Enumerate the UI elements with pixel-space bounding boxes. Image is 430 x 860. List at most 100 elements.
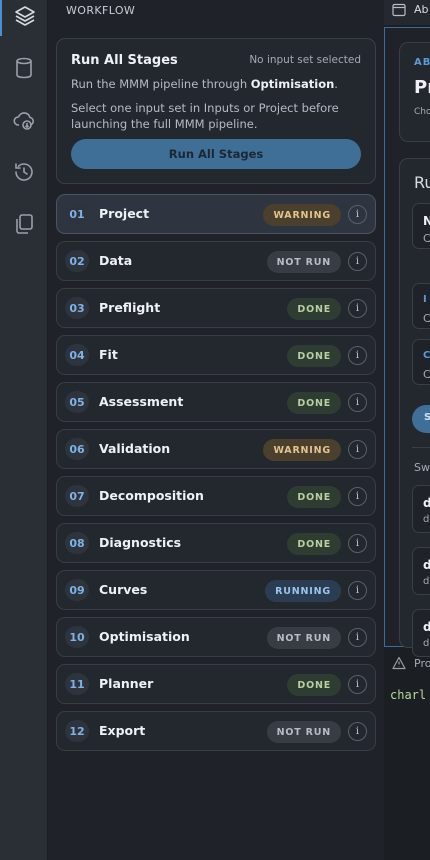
- stage-number: 02: [65, 250, 89, 272]
- stage-number: 09: [65, 579, 89, 601]
- database-button[interactable]: [0, 48, 48, 88]
- stage-curves[interactable]: 09 Curves RUNNING i: [56, 570, 376, 610]
- stage-number: 06: [65, 438, 89, 460]
- run-heading: Ru: [414, 173, 430, 192]
- field-card[interactable]: I C: [412, 283, 430, 329]
- stage-name: Optimisation: [99, 629, 190, 644]
- list-item[interactable]: d d: [412, 609, 430, 657]
- stage-name: Planner: [99, 676, 154, 691]
- cloud-download-icon: [13, 112, 34, 130]
- status-badge: DONE: [287, 533, 341, 555]
- stage-name: Decomposition: [99, 488, 204, 503]
- primary-button-label: S: [424, 412, 430, 423]
- stage-validation[interactable]: 06 Validation WARNING i: [56, 429, 376, 469]
- window-icon: [392, 3, 406, 17]
- list-item-subtitle: d: [423, 576, 430, 587]
- stage-planner[interactable]: 11 Planner DONE i: [56, 664, 376, 704]
- status-badge: WARNING: [263, 204, 341, 226]
- stage-name: Preflight: [99, 300, 161, 315]
- run-card-description-prefix: Run the MMM pipeline through: [71, 77, 251, 91]
- stage-name: Export: [99, 723, 146, 738]
- info-icon[interactable]: i: [348, 722, 367, 741]
- list-item-subtitle: d: [423, 514, 430, 525]
- problems-label: Pro: [414, 657, 430, 670]
- field-title: C: [423, 350, 430, 361]
- stage-number: 08: [65, 532, 89, 554]
- stage-number: 01: [65, 203, 89, 225]
- project-subtext: Cho: [414, 107, 430, 117]
- run-card-hint: Select one input set in Inputs or Projec…: [71, 101, 339, 131]
- status-badge: DONE: [287, 674, 341, 696]
- run-card-status: No input set selected: [249, 54, 361, 66]
- section-label: Sw: [414, 461, 430, 474]
- stage-number: 03: [65, 297, 89, 319]
- status-badge: NOT RUN: [266, 627, 341, 649]
- editor-tab-label: Ab: [414, 3, 429, 16]
- info-icon[interactable]: i: [348, 393, 367, 412]
- status-badge: RUNNING: [265, 580, 341, 602]
- info-icon[interactable]: i: [348, 440, 367, 459]
- layers-button[interactable]: [0, 0, 48, 36]
- info-icon[interactable]: i: [348, 346, 367, 365]
- status-badge: NOT RUN: [266, 251, 341, 273]
- stage-data[interactable]: 02 Data NOT RUN i: [56, 241, 376, 281]
- list-item[interactable]: d d: [412, 485, 430, 533]
- info-icon[interactable]: i: [348, 628, 367, 647]
- status-badge: DONE: [287, 345, 341, 367]
- stage-optimisation[interactable]: 10 Optimisation NOT RUN i: [56, 617, 376, 657]
- stage-number: 12: [65, 720, 89, 742]
- stage-number: 04: [65, 344, 89, 366]
- info-icon[interactable]: i: [348, 675, 367, 694]
- stage-export[interactable]: 12 Export NOT RUN i: [56, 711, 376, 751]
- stage-name: Assessment: [99, 394, 184, 409]
- stage-name: Diagnostics: [99, 535, 182, 550]
- status-badge: DONE: [287, 486, 341, 508]
- info-icon[interactable]: i: [348, 252, 367, 271]
- info-icon[interactable]: i: [348, 299, 367, 318]
- stage-preflight[interactable]: 03 Preflight DONE i: [56, 288, 376, 328]
- copy-button[interactable]: [0, 204, 48, 244]
- run-card-editor: Ru N C I C C C S Sw d d d d d d: [399, 158, 430, 657]
- layers-icon: [15, 6, 35, 26]
- stage-decomposition[interactable]: 07 Decomposition DONE i: [56, 476, 376, 516]
- field-value: C: [423, 232, 430, 245]
- status-badge: DONE: [287, 392, 341, 414]
- list-item-title: d: [423, 558, 430, 572]
- field-title: N: [423, 214, 430, 228]
- workflow-panel: WORKFLOW Run All Stages No input set sel…: [48, 0, 384, 860]
- copy-icon: [16, 214, 33, 234]
- problems-tab[interactable]: Pro: [384, 652, 430, 676]
- activity-rail: [0, 0, 48, 860]
- info-icon[interactable]: i: [348, 205, 367, 224]
- status-badge: DONE: [287, 298, 341, 320]
- field-title: I: [423, 294, 427, 305]
- project-card: AB Pr Cho: [399, 42, 430, 142]
- history-button[interactable]: [0, 152, 48, 192]
- terminal-output: charl: [390, 688, 427, 702]
- run-card-description-suffix: .: [334, 77, 338, 91]
- cloud-download-button[interactable]: [0, 100, 48, 140]
- info-icon[interactable]: i: [348, 487, 367, 506]
- stage-project[interactable]: 01 Project WARNING i: [56, 194, 376, 234]
- list-item-subtitle: d: [423, 638, 430, 649]
- field-card[interactable]: N C: [412, 203, 430, 249]
- info-icon[interactable]: i: [348, 534, 367, 553]
- project-heading: Pr: [414, 77, 430, 98]
- history-icon: [15, 163, 33, 181]
- stage-name: Project: [99, 206, 150, 221]
- divider: [412, 447, 430, 448]
- list-item[interactable]: d d: [412, 547, 430, 595]
- editor-tab[interactable]: Ab: [384, 0, 430, 26]
- stage-name: Fit: [99, 347, 118, 362]
- stage-number: 10: [65, 626, 89, 648]
- primary-button[interactable]: S: [412, 405, 430, 433]
- stage-fit[interactable]: 04 Fit DONE i: [56, 335, 376, 375]
- run-all-stages-button[interactable]: Run All Stages: [71, 139, 361, 169]
- info-icon[interactable]: i: [348, 581, 367, 600]
- stage-number: 11: [65, 673, 89, 695]
- stage-assessment[interactable]: 05 Assessment DONE i: [56, 382, 376, 422]
- field-card[interactable]: C C: [412, 339, 430, 385]
- stage-diagnostics[interactable]: 08 Diagnostics DONE i: [56, 523, 376, 563]
- run-card-target: Optimisation: [250, 77, 335, 91]
- stage-name: Data: [99, 253, 133, 268]
